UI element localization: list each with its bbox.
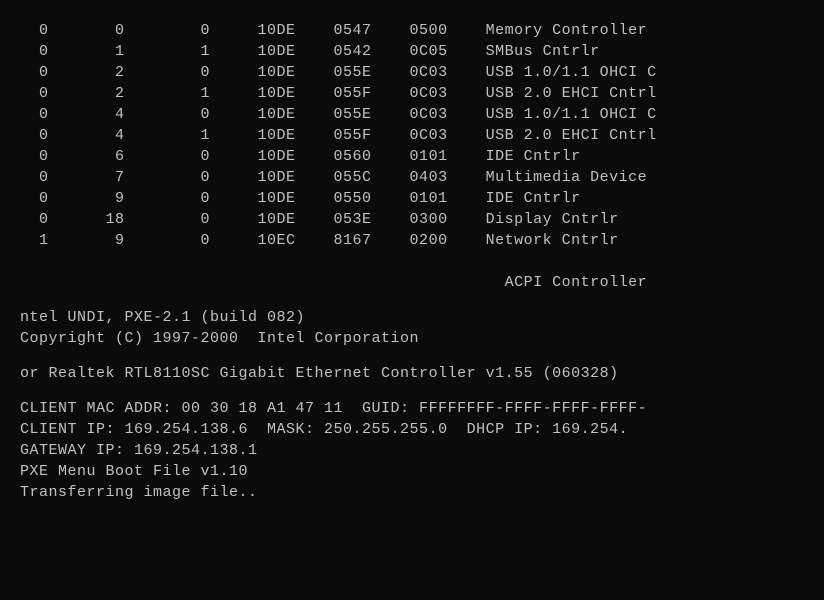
pci-device-table: 0 0 0 10DE 0547 0500 Memory Controller 0… [20,20,804,251]
pci-row: 0 7 0 10DE 055C 0403 Multimedia Device [20,167,804,188]
extra-device-row: ACPI Controller [20,251,804,293]
pxe-transfer: Transferring image file.. [20,482,804,503]
pci-row: 0 1 1 10DE 0542 0C05 SMBus Cntrlr [20,41,804,62]
pxe-line1: ntel UNDI, PXE-2.1 (build 082) [20,307,804,328]
pxe-status: ntel UNDI, PXE-2.1 (build 082) Copyright… [20,307,804,503]
pci-row: 0 2 0 10DE 055E 0C03 USB 1.0/1.1 OHCI C [20,62,804,83]
pci-row: 0 4 1 10DE 055F 0C03 USB 2.0 EHCI Cntrl [20,125,804,146]
pci-row: 0 18 0 10DE 053E 0300 Display Cntrlr [20,209,804,230]
pxe-nic: or Realtek RTL8110SC Gigabit Ethernet Co… [20,363,804,384]
pxe-menu: PXE Menu Boot File v1.10 [20,461,804,482]
pci-row: 1 9 0 10EC 8167 0200 Network Cntrlr [20,230,804,251]
pci-row: 0 9 0 10DE 0550 0101 IDE Cntrlr [20,188,804,209]
pci-row: 0 4 0 10DE 055E 0C03 USB 1.0/1.1 OHCI C [20,104,804,125]
pxe-mac: CLIENT MAC ADDR: 00 30 18 A1 47 11 GUID:… [20,398,804,419]
pxe-gateway: GATEWAY IP: 169.254.138.1 [20,440,804,461]
extra-device-name: ACPI Controller [39,274,647,291]
pci-row: 0 6 0 10DE 0560 0101 IDE Cntrlr [20,146,804,167]
pci-row: 0 0 0 10DE 0547 0500 Memory Controller [20,20,804,41]
pxe-client-ip: CLIENT IP: 169.254.138.6 MASK: 250.255.2… [20,419,804,440]
pxe-copyright: Copyright (C) 1997-2000 Intel Corporatio… [20,328,804,349]
pci-row: 0 2 1 10DE 055F 0C03 USB 2.0 EHCI Cntrl [20,83,804,104]
